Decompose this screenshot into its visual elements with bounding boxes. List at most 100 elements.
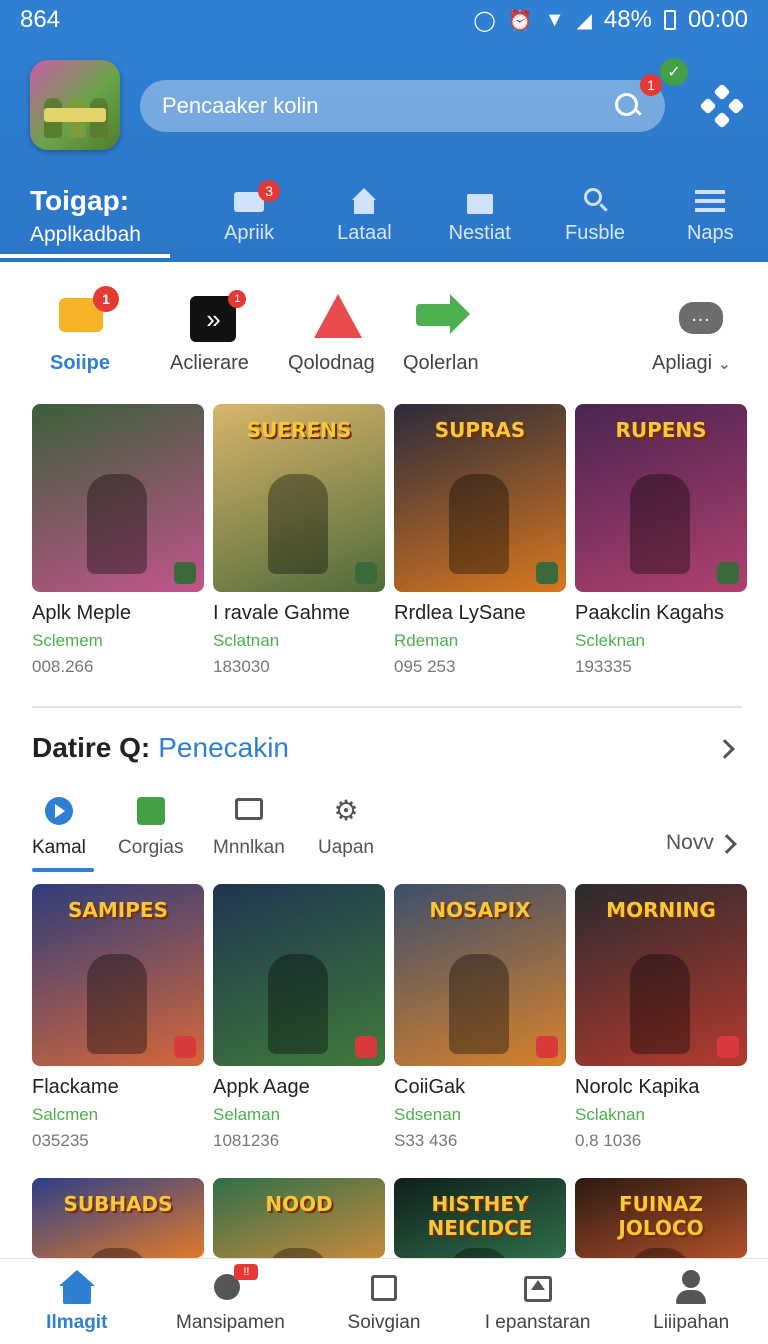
game-card[interactable]: RUPENS Paakclin Kagahs Scleknan 193335 (575, 404, 747, 677)
more-link[interactable]: Novv (666, 831, 714, 855)
game-thumbnail[interactable] (213, 884, 385, 1066)
subtab-corgias[interactable]: Corgias (118, 795, 183, 859)
game-grid-row1: Aplk Meple Sclemem 008.266 SUERENS I ravale … (32, 404, 747, 677)
game-name: I ravale Gahme (213, 602, 350, 624)
game-type-icon (717, 562, 739, 584)
battery-level: 48% (603, 6, 652, 33)
search-icon[interactable] (613, 91, 643, 121)
category-label: Aclierare (170, 352, 249, 374)
game-character (449, 1248, 509, 1258)
tab-fusble[interactable]: Fusble (537, 170, 652, 262)
tab-apriik[interactable]: 3 Apriik (191, 170, 306, 262)
game-num: 1081236 (213, 1131, 280, 1150)
game-thumbnail[interactable]: HISTHEY NEICIDCE (394, 1178, 566, 1258)
arrow-icon: » 1 (182, 290, 247, 342)
category-label: Qolerlan (403, 352, 479, 374)
nav-home[interactable]: Ilmagit (0, 1259, 154, 1344)
game-card[interactable]: SUBHADS (32, 1178, 204, 1258)
nav-profile[interactable]: Liiipahan (614, 1259, 768, 1344)
game-card[interactable]: FUINAZ JOLOCO (575, 1178, 747, 1258)
game-card[interactable]: NOSAPIX CoiiGak Sdsenan S33 436 (394, 884, 566, 1151)
tab-lataal[interactable]: Lataal (307, 170, 422, 262)
game-name: Rrdlea LySane (394, 602, 526, 624)
game-thumbnail[interactable]: RUPENS (575, 404, 747, 592)
rocket-icon (304, 290, 363, 340)
tab-applkadbah[interactable]: Toigap: Applkadbah (0, 170, 191, 262)
upload-icon (520, 1270, 556, 1306)
category-apliagi[interactable]: … Apliagi ⌄ (652, 290, 731, 375)
category-qolerlan[interactable]: Qolerlan (403, 290, 479, 375)
tab-heading: Toigap: (30, 185, 130, 216)
game-type-icon (174, 1036, 196, 1058)
tab-label: Nestiat (448, 221, 511, 244)
share-dot (699, 97, 717, 115)
game-card[interactable]: Appk Aage Selaman 1081236 (213, 884, 385, 1151)
tab-nestiat[interactable]: Nestiat (422, 170, 537, 262)
subtab-indicator (32, 868, 94, 872)
nav-categories[interactable]: Soivgian (307, 1259, 461, 1344)
game-card[interactable]: SUPRAS Rrdlea LySane Rdeman 095 253 (394, 404, 566, 677)
game-thumbnail[interactable]: NOOD (213, 1178, 385, 1258)
tab-naps[interactable]: Naps (653, 170, 768, 262)
game-card[interactable]: NOOD (213, 1178, 385, 1258)
game-thumbnail[interactable]: MORNING (575, 884, 747, 1066)
game-sub: Salcmen (32, 1105, 99, 1124)
chevron-down-icon[interactable]: ⌄ (718, 356, 731, 373)
game-thumbnail[interactable] (32, 404, 204, 592)
game-name: Paakclin Kagahs (575, 602, 724, 624)
category-aclierare[interactable]: » 1 Aclierare (170, 290, 249, 375)
check-icon: ✓ (660, 58, 688, 86)
mail-icon: 3 (234, 179, 281, 214)
game-thumbnail[interactable]: SUERENS (213, 404, 385, 592)
game-title-art: NOOD (265, 1192, 333, 1216)
game-card[interactable]: SUERENS I ravale Gahme Sclatnan 183030 (213, 404, 385, 677)
game-sub: Sdsenan (394, 1105, 462, 1124)
user-icon (673, 1269, 709, 1306)
alarm-icon: ⏰ (507, 9, 533, 32)
game-name: Norolc Kapika (575, 1076, 700, 1098)
share-dot (713, 83, 731, 101)
category-row: 1 Soiipe » 1 Aclierare Qolodnag Qolerlan… (0, 286, 768, 390)
nav-updates[interactable]: I epanstaran (461, 1259, 615, 1344)
nav-search[interactable]: !! Mansipamen (154, 1259, 308, 1344)
section-title-text: Datire Q: (32, 732, 151, 763)
search-input[interactable] (162, 93, 613, 119)
game-num: 0.8 1036 (575, 1131, 642, 1150)
game-thumbnail[interactable]: FUINAZ JOLOCO (575, 1178, 747, 1258)
game-thumbnail[interactable]: SUPRAS (394, 404, 566, 592)
subtab-uapan[interactable]: ⚙ Uapan (318, 795, 374, 859)
game-sub: Sclemem (32, 631, 103, 650)
signal-icon: ◢ (576, 9, 592, 32)
search-bar[interactable] (140, 80, 665, 132)
game-title-art: SAMIPES (68, 898, 168, 922)
section-link[interactable]: Penecakin (158, 732, 289, 763)
subtab-mnnlkan[interactable]: Mnnlkan (213, 795, 285, 859)
app-logo[interactable] (30, 60, 120, 150)
game-card[interactable]: MORNING Norolc Kapika Sclaknan 0.8 1036 (575, 884, 747, 1151)
category-badge: 1 (93, 286, 119, 312)
subtab-label: Uapan (318, 837, 374, 858)
game-thumbnail[interactable]: SAMIPES (32, 884, 204, 1066)
game-character (268, 1248, 328, 1258)
game-title-art: NOSAPIX (429, 898, 531, 922)
sub-tabs: Kamal Corgias Mnnlkan ⚙ Uapan Novv (0, 795, 768, 875)
game-grid-row2: SAMIPES Flackame Salcmen 035235 Appk Aage Sel… (32, 884, 747, 1151)
forward-arrow-icon (414, 290, 470, 340)
game-card[interactable]: SAMIPES Flackame Salcmen 035235 (32, 884, 204, 1151)
share-icon[interactable] (699, 83, 745, 129)
game-card[interactable]: Aplk Meple Sclemem 008.266 (32, 404, 204, 677)
game-thumbnail[interactable]: SUBHADS (32, 1178, 204, 1258)
subtab-kamal[interactable]: Kamal (32, 795, 86, 859)
game-card[interactable]: HISTHEY NEICIDCE (394, 1178, 566, 1258)
category-soiipe[interactable]: 1 Soiipe (50, 286, 119, 375)
gear-icon: ⚙ (333, 795, 359, 826)
chevron-right-icon[interactable] (715, 739, 735, 759)
category-qolodnag[interactable]: Qolodnag (288, 290, 375, 375)
game-num: 095 253 (394, 657, 456, 676)
game-thumbnail[interactable]: NOSAPIX (394, 884, 566, 1066)
game-type-icon (717, 1036, 739, 1058)
category-label: Soiipe (50, 352, 111, 374)
chevron-right-icon[interactable] (717, 834, 737, 854)
game-type-icon (355, 562, 377, 584)
game-character (449, 474, 509, 574)
